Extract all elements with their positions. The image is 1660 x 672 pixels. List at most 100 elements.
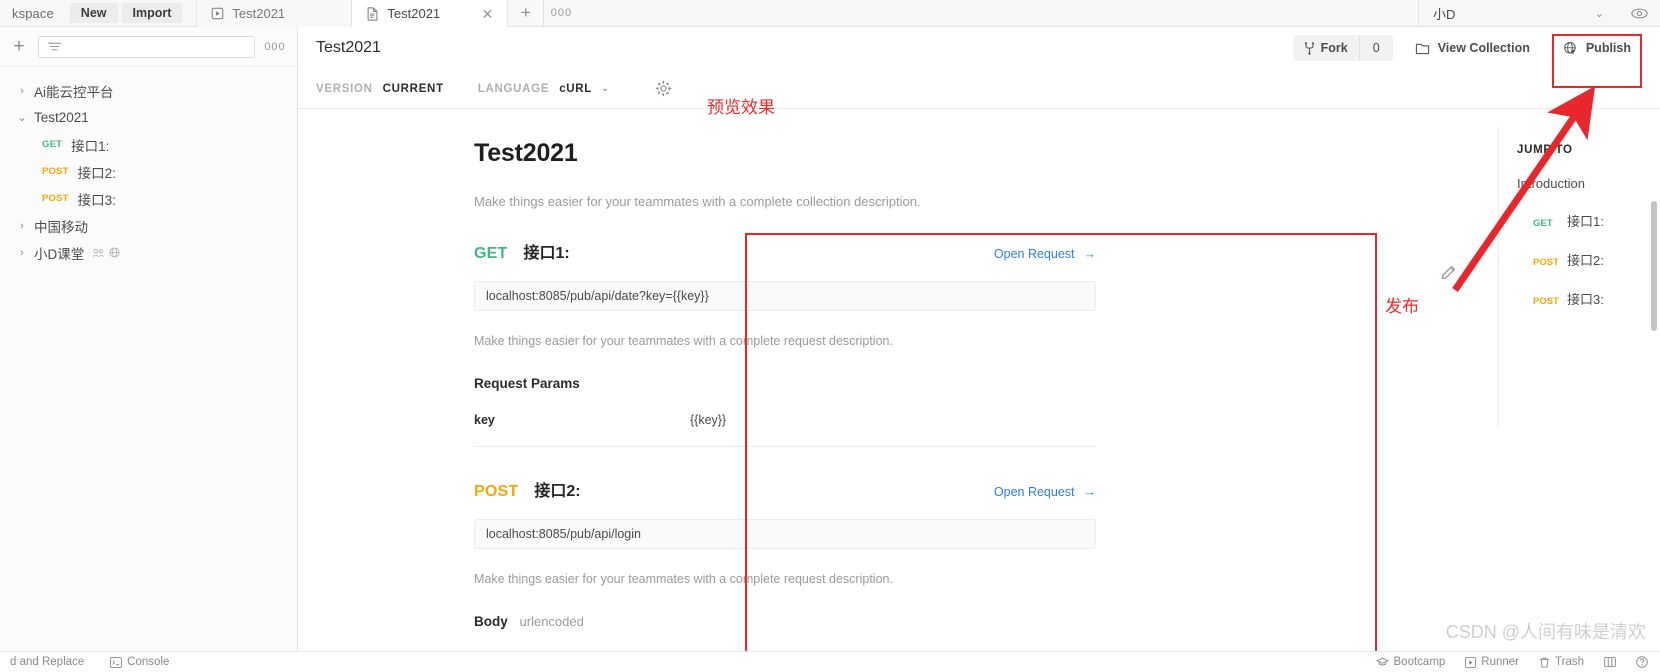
environment-quick-look-button[interactable] — [1618, 0, 1660, 27]
sidebar-toolbar: + 000 — [0, 27, 297, 67]
import-button[interactable]: Import — [121, 3, 183, 23]
filter-icon — [47, 41, 62, 52]
chevron-right-icon[interactable]: › — [10, 220, 34, 232]
jump-item-jiekou1[interactable]: GET 接口1: — [1517, 211, 1660, 230]
language-value[interactable]: cURL — [559, 83, 592, 95]
vertical-scrollbar[interactable] — [1651, 201, 1657, 331]
endpoint-method: POST — [474, 483, 519, 500]
jump-item-introduction[interactable]: Introduction — [1517, 176, 1660, 191]
sidebar-item-china-mobile[interactable]: › 中国移动 — [0, 212, 297, 239]
close-icon[interactable]: ✕ — [482, 7, 494, 21]
tab-test2021-runner[interactable]: Test2021 — [196, 0, 353, 27]
header-actions: Fork 0 View Collection Publish — [1292, 32, 1642, 88]
annotation-preview-text: 预览效果 — [707, 98, 775, 117]
fork-count: 0 — [1358, 35, 1393, 61]
fork-group: Fork 0 — [1292, 35, 1393, 61]
endpoint-method: GET — [474, 245, 508, 262]
chevron-right-icon[interactable]: › — [10, 85, 34, 97]
documentation-column: Test2021 Make things easier for your tea… — [450, 127, 1122, 651]
version-value[interactable]: CURRENT — [383, 83, 444, 95]
open-request-link[interactable]: Open Request → — [994, 247, 1096, 261]
bootcamp-button[interactable]: Bootcamp — [1375, 656, 1445, 668]
method-badge: GET — [42, 139, 63, 150]
jump-to-heading: JUMP TO — [1517, 144, 1573, 156]
endpoint-block-2: POST 接口2: Open Request → localhost:8085/… — [474, 477, 1096, 651]
tab-label: Test2021 — [232, 6, 286, 21]
jump-item-jiekou3[interactable]: POST 接口3: — [1517, 289, 1660, 308]
find-replace-button[interactable]: d and Replace — [10, 656, 84, 668]
sidebar-request-jiekou3[interactable]: POST 接口3: — [0, 185, 297, 212]
tree-item-badges — [92, 247, 120, 258]
method-badge: GET — [1533, 218, 1553, 229]
environment-selector[interactable]: 小D ⌄ — [1418, 0, 1618, 27]
version-label: VERSION — [316, 82, 373, 95]
runner-icon — [1465, 656, 1477, 668]
sidebar-more-button[interactable]: 000 — [263, 41, 287, 53]
bootcamp-icon — [1375, 657, 1389, 667]
console-button[interactable]: Console — [110, 656, 169, 668]
sidebar-filter-input[interactable] — [38, 35, 255, 58]
method-badge: POST — [1533, 257, 1559, 268]
section-title-text: Body — [474, 614, 508, 629]
section-title-subtype: urlencoded — [519, 614, 584, 629]
tree-item-label: 接口3: — [77, 192, 116, 208]
collection-description: Make things easier for your teammates wi… — [474, 194, 921, 209]
annotation-publish-text: 发布 — [1385, 297, 1419, 316]
tree-item-label: Test2021 — [34, 110, 89, 125]
open-request-link[interactable]: Open Request → — [994, 485, 1096, 499]
sidebar-item-xiaod-class[interactable]: › 小D课堂 — [0, 239, 297, 266]
sidebar-add-button[interactable]: + — [8, 36, 30, 58]
new-tab-button[interactable]: + — [508, 0, 545, 26]
section-title-text: Request Params — [474, 376, 580, 391]
request-params-title: Request Params — [474, 376, 1096, 391]
endpoint-header: POST 接口2: Open Request → — [474, 477, 1096, 501]
gear-icon[interactable] — [655, 80, 672, 97]
chevron-down-icon[interactable]: ⌄ — [10, 111, 34, 124]
tab-test2021-doc[interactable]: Test2021 ✕ — [352, 0, 509, 27]
main-panel: Test2021 Fork 0 View Collection Publish … — [298, 27, 1660, 651]
sidebar-item-ai-platform[interactable]: › Ai能云控平台 — [0, 77, 297, 104]
endpoint-url[interactable]: localhost:8085/pub/api/login — [474, 519, 1096, 549]
publish-label: Publish — [1585, 41, 1631, 55]
eye-icon — [1630, 8, 1648, 19]
view-collection-button[interactable]: View Collection — [1407, 35, 1538, 61]
jump-item-label: 接口3: — [1567, 292, 1604, 307]
endpoint-header: GET 接口1: Open Request → — [474, 239, 1096, 263]
tab-overflow-button[interactable]: 000 — [544, 0, 578, 26]
fork-icon — [1304, 41, 1315, 55]
page-title: Test2021 — [316, 39, 381, 56]
help-button[interactable] — [1636, 656, 1648, 668]
watermark: CSDN @人间有味是清欢 — [1445, 622, 1646, 642]
chevron-right-icon[interactable]: › — [10, 247, 34, 259]
new-button[interactable]: New — [69, 3, 118, 23]
sidebar-item-test2021[interactable]: ⌄ Test2021 — [0, 104, 297, 131]
status-bar-right: Bootcamp Runner Trash — [1375, 656, 1660, 668]
open-request-label: Open Request — [993, 485, 1075, 499]
documentation-body: Test2021 Make things easier for your tea… — [298, 109, 1660, 651]
tree-item-label: 接口2: — [77, 165, 116, 181]
param-value: {{key}} — [690, 413, 727, 427]
sidebar-request-jiekou2[interactable]: POST 接口2: — [0, 158, 297, 185]
runner-button[interactable]: Runner — [1465, 656, 1519, 668]
method-badge: POST — [1533, 296, 1559, 307]
tree-item-label: Ai能云控平台 — [34, 84, 114, 100]
jump-item-label: 接口2: — [1567, 253, 1604, 268]
jump-item-jiekou2[interactable]: POST 接口2: — [1517, 250, 1660, 269]
edit-pencil-icon[interactable] — [1441, 265, 1456, 280]
chevron-down-icon[interactable]: ⌄ — [601, 83, 609, 94]
method-badge: POST — [42, 166, 69, 177]
fork-button[interactable]: Fork — [1293, 35, 1359, 61]
publish-globe-icon — [1563, 41, 1578, 56]
trash-button[interactable]: Trash — [1539, 656, 1584, 668]
help-icon — [1636, 656, 1648, 668]
jump-item-label: 接口1: — [1567, 214, 1604, 229]
layout-toggle-button[interactable] — [1604, 657, 1616, 667]
tree-item-label: 中国移动 — [34, 219, 88, 235]
collection-title: Test2021 — [474, 139, 578, 167]
endpoint-name: 接口2: — [534, 483, 581, 500]
sidebar-request-jiekou1[interactable]: GET 接口1: — [0, 131, 297, 158]
console-icon — [110, 656, 123, 668]
endpoint-url[interactable]: localhost:8085/pub/api/date?key={{key}} — [474, 281, 1096, 311]
publish-button[interactable]: Publish — [1563, 41, 1631, 56]
